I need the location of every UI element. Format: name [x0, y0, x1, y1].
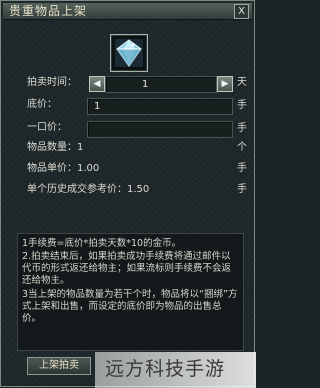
auction-time-unit: 天 — [237, 77, 247, 88]
base-price-value: 1 — [94, 101, 101, 112]
item-slot[interactable] — [110, 34, 148, 72]
item-count-label: 物品数量：1 — [27, 142, 84, 153]
history-price-unit: 手 — [237, 184, 247, 195]
description-line-3: 3当上架的物品数量为若干个时，物品将以“捆绑”方式上架和出售，而设定的底价即为物… — [22, 289, 238, 324]
description-line-1: 1手续费=底价*拍卖天数*10的金币。 — [22, 238, 182, 249]
base-price-input[interactable]: 1 — [87, 98, 233, 115]
time-increase-button[interactable]: ▶ — [217, 76, 233, 92]
auction-time-field: 1 — [105, 76, 217, 93]
auction-time-value: 1 — [142, 79, 149, 90]
buyout-price-label: 一口价： — [27, 122, 67, 133]
description-box: 1手续费=底价*拍卖天数*10的金币。 2.拍卖结束后，如果拍卖成功手续费将通过… — [17, 233, 244, 351]
arrow-left-icon: ◀ — [93, 79, 101, 89]
watermark-text: 远方科技手游 — [105, 358, 226, 380]
buyout-price-input[interactable] — [87, 121, 233, 138]
arrow-right-icon: ▶ — [221, 79, 229, 89]
time-decrease-button[interactable]: ◀ — [89, 76, 105, 92]
item-unit-price-unit: 手 — [237, 163, 247, 174]
buyout-price-unit: 手 — [237, 123, 247, 134]
base-price-unit: 手 — [237, 100, 247, 111]
auction-window: 贵重物品上架 X 拍卖时间： ◀ 1 ▶ 天 底价： 1 手 一口价： 手 物品… — [0, 0, 256, 388]
watermark: 远方科技手游 — [95, 352, 256, 388]
window-title: 贵重物品上架 — [9, 4, 88, 18]
title-bar: 贵重物品上架 X — [3, 3, 252, 20]
history-price-label: 单个历史成交参考价：1.50 — [27, 184, 150, 195]
close-button[interactable]: X — [234, 4, 249, 19]
base-price-label: 底价： — [27, 99, 57, 110]
auction-time-label: 拍卖时间： — [27, 77, 77, 88]
description-line-2: 2.拍卖结束后，如果拍卖成功手续费将通过邮件以代币的形式返还给物主；如果流标则手… — [22, 251, 232, 286]
item-count-unit: 个 — [237, 142, 247, 153]
list-auction-button[interactable]: 上架拍卖 — [27, 357, 91, 375]
diamond-gem-icon — [115, 39, 143, 67]
item-unit-price-label: 物品单价：1.00 — [27, 163, 100, 174]
